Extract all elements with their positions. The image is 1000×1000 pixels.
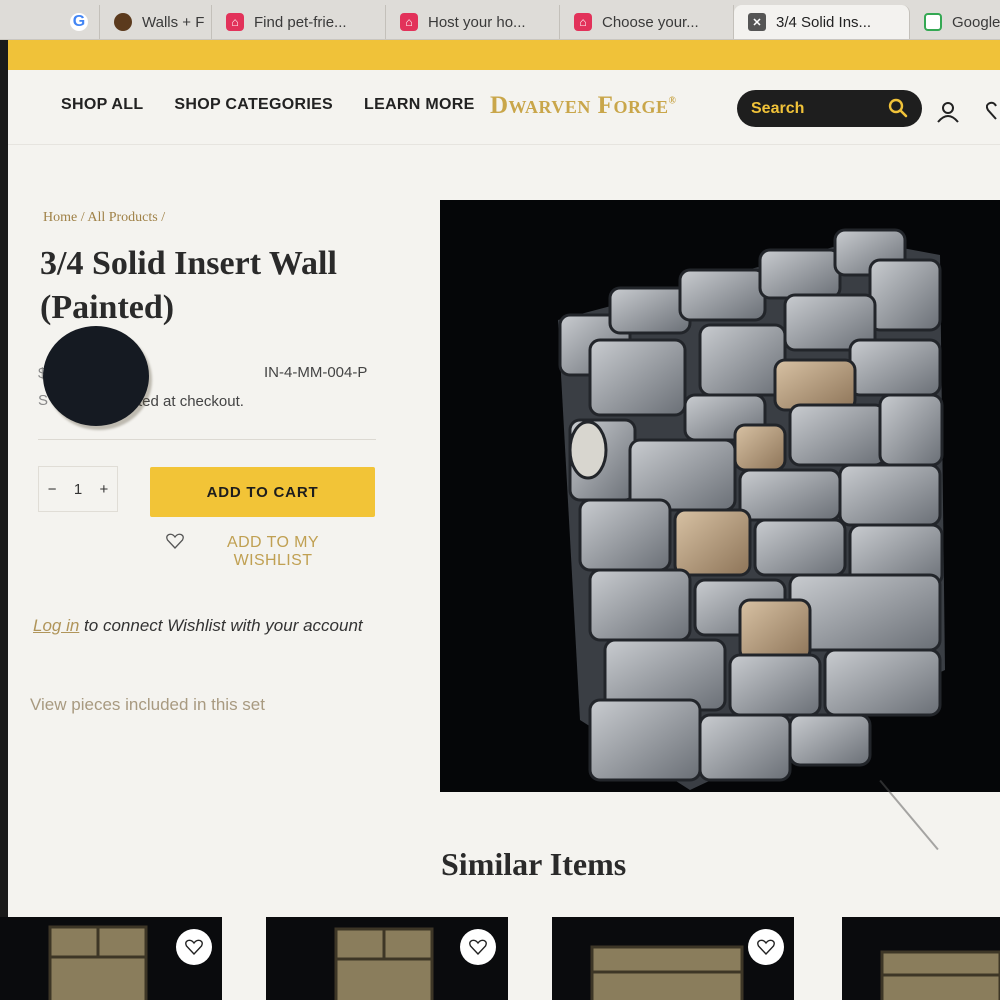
log-in-link[interactable]: Log in bbox=[33, 616, 79, 635]
dwarven-forge-icon: ✕ bbox=[748, 13, 766, 31]
similar-items-heading: Similar Items bbox=[441, 846, 627, 882]
search-input[interactable] bbox=[751, 99, 881, 118]
nav-shop-all[interactable]: SHOP ALL bbox=[61, 96, 143, 114]
tab-airbnb-host[interactable]: ⌂ Host your ho... bbox=[386, 5, 560, 39]
search-icon[interactable] bbox=[888, 98, 908, 118]
account-icon[interactable] bbox=[936, 100, 960, 124]
heart-icon bbox=[185, 939, 203, 955]
tab-label: Host your ho... bbox=[428, 13, 526, 31]
heart-icon bbox=[757, 939, 775, 955]
add-to-wishlist-link[interactable]: ADD TO MY WISHLIST bbox=[208, 534, 338, 570]
similar-item-card[interactable] bbox=[842, 917, 1000, 1000]
wishlist-login-prompt: Log in to connect Wishlist with your acc… bbox=[33, 616, 363, 636]
similar-item-wishlist-button[interactable] bbox=[460, 929, 496, 965]
similar-item-image bbox=[880, 950, 1000, 1000]
airbnb-icon: ⌂ bbox=[400, 13, 418, 31]
qty-increase-button[interactable]: + bbox=[100, 481, 109, 498]
walls-site-icon bbox=[114, 13, 132, 31]
redaction-mark bbox=[43, 326, 149, 426]
airbnb-icon: ⌂ bbox=[574, 13, 592, 31]
promo-bar bbox=[8, 40, 1000, 70]
browser-tab-bar: G Walls + F ⌂ Find pet-frie... ⌂ Host yo… bbox=[0, 0, 1000, 40]
tab-solid-insert-wall[interactable]: ✕ 3/4 Solid Ins... bbox=[734, 5, 910, 39]
google-icon: G bbox=[70, 13, 88, 31]
heart-icon[interactable] bbox=[986, 100, 1000, 122]
similar-item-wishlist-button[interactable] bbox=[748, 929, 784, 965]
tab-label: Find pet-frie... bbox=[254, 13, 347, 31]
airbnb-icon: ⌂ bbox=[226, 13, 244, 31]
tab-label: Choose your... bbox=[602, 13, 699, 31]
tab-google[interactable]: G bbox=[60, 5, 100, 39]
tab-airbnb-choose[interactable]: ⌂ Choose your... bbox=[560, 5, 734, 39]
heart-icon[interactable] bbox=[166, 533, 184, 549]
tab-airbnb-pet[interactable]: ⌂ Find pet-frie... bbox=[212, 5, 386, 39]
view-pieces-link[interactable]: View pieces included in this set bbox=[30, 695, 265, 715]
product-page: SHOP ALL SHOP CATEGORIES LEARN MORE Dwar… bbox=[0, 70, 1000, 1000]
quantity-stepper[interactable]: − 1 + bbox=[38, 466, 118, 512]
tab-label: 3/4 Solid Ins... bbox=[776, 13, 872, 31]
add-to-cart-button[interactable]: ADD TO CART bbox=[150, 467, 375, 517]
tab-walls[interactable]: Walls + F bbox=[100, 5, 212, 39]
similar-item-card[interactable] bbox=[266, 917, 508, 1000]
google-docs-icon bbox=[924, 13, 942, 31]
breadcrumb[interactable]: Home / All Products / bbox=[43, 210, 165, 226]
nav-learn-more[interactable]: LEARN MORE bbox=[364, 96, 475, 114]
main-nav: SHOP ALL SHOP CATEGORIES LEARN MORE bbox=[61, 96, 475, 114]
nav-shop-categories[interactable]: SHOP CATEGORIES bbox=[174, 96, 333, 114]
logo-text: Dwarven Forge bbox=[490, 92, 669, 119]
tab-google-docs[interactable]: Google bbox=[910, 5, 1000, 39]
product-sku: IN-4-MM-004-P bbox=[264, 364, 368, 381]
similar-item-wishlist-button[interactable] bbox=[176, 929, 212, 965]
similar-item-card[interactable] bbox=[552, 917, 794, 1000]
header-divider bbox=[8, 144, 1000, 145]
price-note: ted at checkout. bbox=[138, 393, 244, 410]
qty-decrease-button[interactable]: − bbox=[48, 481, 57, 498]
similar-item-card[interactable] bbox=[0, 917, 222, 1000]
screen-bezel bbox=[0, 0, 8, 1000]
product-title: 3/4 Solid Insert Wall (Painted) bbox=[40, 245, 337, 326]
search-bar[interactable] bbox=[737, 90, 922, 127]
heart-icon bbox=[469, 939, 487, 955]
tab-label: Google bbox=[952, 13, 1000, 31]
dwarven-forge-logo[interactable]: Dwarven Forge® bbox=[490, 92, 676, 120]
tab-label: Walls + F bbox=[142, 13, 205, 31]
stone-wall-image bbox=[558, 228, 945, 790]
divider bbox=[38, 439, 376, 440]
qty-value[interactable]: 1 bbox=[74, 481, 82, 498]
product-image[interactable] bbox=[440, 200, 1000, 792]
login-prompt-text: to connect Wishlist with your account bbox=[79, 616, 363, 635]
